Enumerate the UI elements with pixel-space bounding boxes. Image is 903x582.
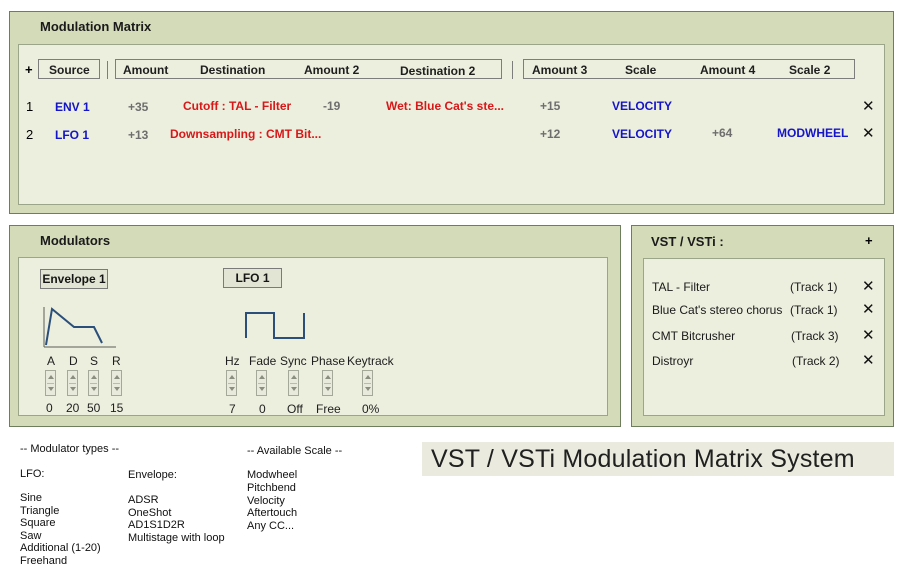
- envelope-select-button[interactable]: Envelope 1: [40, 269, 108, 289]
- envelope-sustain-stepper[interactable]: [88, 370, 99, 396]
- lfo-select-button[interactable]: LFO 1: [223, 268, 282, 288]
- vst-plugin-track: (Track 1): [790, 303, 838, 317]
- lfo-keytrack-stepper[interactable]: [362, 370, 373, 396]
- envelope-attack-label: A: [47, 354, 56, 368]
- lfo-sync-value: Off: [287, 402, 303, 416]
- add-modulation-button[interactable]: +: [25, 62, 33, 77]
- lfo-sync-stepper[interactable]: [288, 370, 299, 396]
- envelope-release-label: R: [112, 354, 121, 368]
- envelope-type-item: AD1S1D2R: [128, 519, 185, 531]
- modulator-types-heading: -- Modulator types --: [20, 443, 120, 455]
- envelope-attack-value: 0: [46, 401, 53, 415]
- row-amount2[interactable]: -19: [323, 99, 340, 113]
- lfo-hz-label: Hz: [225, 354, 240, 368]
- row-amount[interactable]: +13: [128, 128, 148, 142]
- lfo-keytrack-label: Keytrack: [347, 354, 394, 368]
- scale-item: Any CC...: [247, 520, 295, 532]
- destination2-header[interactable]: Destination 2: [400, 64, 475, 78]
- header-separator: [512, 61, 513, 79]
- source-header[interactable]: Source: [49, 63, 90, 77]
- row-destination[interactable]: Cutoff : TAL - Filter: [183, 99, 291, 113]
- modulation-matrix-title: Modulation Matrix: [40, 19, 152, 34]
- scale-header[interactable]: Scale: [625, 63, 656, 77]
- row-index: 2: [26, 127, 34, 142]
- vst-plugin-name[interactable]: Blue Cat's stereo chorus: [652, 303, 782, 317]
- lfo-types-heading: LFO:: [20, 468, 45, 480]
- vst-plugin-name[interactable]: CMT Bitcrusher: [652, 329, 735, 343]
- row-index: 1: [26, 99, 34, 114]
- envelope-decay-value: 20: [66, 401, 80, 415]
- row-scale[interactable]: VELOCITY: [612, 127, 672, 141]
- lfo-fade-label: Fade: [249, 354, 277, 368]
- amount4-header[interactable]: Amount 4: [700, 63, 755, 77]
- lfo-hz-value: 7: [229, 402, 236, 416]
- remove-vst-close-icon[interactable]: ✕: [862, 328, 875, 343]
- envelope-decay-label: D: [69, 354, 78, 368]
- lfo-type-item: Sine: [20, 492, 43, 504]
- envelope-release-value: 15: [110, 401, 124, 415]
- envelope-shape-graph: [43, 307, 116, 348]
- scale2-header[interactable]: Scale 2: [789, 63, 830, 77]
- lfo-type-item: Saw: [20, 530, 42, 542]
- envelope-type-item: Multistage with loop: [128, 532, 225, 544]
- envelope-types-heading: Envelope:: [128, 469, 177, 481]
- lfo-hz-stepper[interactable]: [226, 370, 237, 396]
- vst-plugin-name[interactable]: Distroyr: [652, 354, 693, 368]
- lfo-fade-value: 0: [259, 402, 266, 416]
- row-scale2[interactable]: MODWHEEL: [777, 126, 848, 140]
- lfo-type-item: Square: [20, 517, 56, 529]
- vst-plugin-track: (Track 2): [792, 354, 840, 368]
- remove-vst-close-icon[interactable]: ✕: [862, 353, 875, 368]
- lfo-type-item: Freehand: [20, 555, 68, 567]
- lfo-square-wave-graph: [245, 312, 305, 339]
- add-vst-button[interactable]: +: [865, 233, 873, 248]
- remove-vst-close-icon[interactable]: ✕: [862, 302, 875, 317]
- envelope-type-item: ADSR: [128, 494, 159, 506]
- scale-item: Modwheel: [247, 469, 298, 481]
- remove-vst-close-icon[interactable]: ✕: [862, 279, 875, 294]
- lfo-phase-stepper[interactable]: [322, 370, 333, 396]
- available-scale-heading: -- Available Scale --: [247, 445, 343, 457]
- scale-item: Pitchbend: [247, 482, 296, 494]
- vst-plugin-track: (Track 3): [791, 329, 839, 343]
- row-scale[interactable]: VELOCITY: [612, 99, 672, 113]
- header-separator: [107, 61, 108, 79]
- row-source[interactable]: LFO 1: [55, 128, 89, 142]
- row-amount3[interactable]: +15: [540, 99, 560, 113]
- envelope-decay-stepper[interactable]: [67, 370, 78, 396]
- envelope-sustain-label: S: [90, 354, 99, 368]
- remove-row-close-icon[interactable]: ✕: [862, 126, 875, 141]
- destination-header[interactable]: Destination: [200, 63, 265, 77]
- envelope-attack-stepper[interactable]: [45, 370, 56, 396]
- row-amount3[interactable]: +12: [540, 127, 560, 141]
- envelope-type-item: OneShot: [128, 507, 172, 519]
- lfo-type-item: Additional (1-20): [20, 542, 101, 554]
- amount-header[interactable]: Amount: [123, 63, 168, 77]
- row-amount[interactable]: +35: [128, 100, 148, 114]
- row-amount4[interactable]: +64: [712, 126, 732, 140]
- remove-row-close-icon[interactable]: ✕: [862, 99, 875, 114]
- vst-panel-title: VST / VSTi :: [651, 234, 724, 249]
- vst-plugin-track: (Track 1): [790, 280, 838, 294]
- lfo-phase-value: Free: [316, 402, 341, 416]
- vst-plugin-name[interactable]: TAL - Filter: [652, 280, 710, 294]
- envelope-sustain-value: 50: [87, 401, 101, 415]
- lfo-phase-label: Phase: [311, 354, 346, 368]
- lfo-keytrack-value: 0%: [362, 402, 380, 416]
- lfo-fade-stepper[interactable]: [256, 370, 267, 396]
- row-destination2[interactable]: Wet: Blue Cat's ste...: [386, 99, 504, 113]
- scale-item: Aftertouch: [247, 507, 298, 519]
- lfo-type-item: Triangle: [20, 505, 60, 517]
- row-destination[interactable]: Downsampling : CMT Bit...: [170, 127, 321, 141]
- amount3-header[interactable]: Amount 3: [532, 63, 587, 77]
- lfo-sync-label: Sync: [280, 354, 307, 368]
- envelope-release-stepper[interactable]: [111, 370, 122, 396]
- modulators-title: Modulators: [40, 233, 111, 248]
- scale-item: Velocity: [247, 495, 285, 507]
- system-title-text: VST / VSTi Modulation Matrix System: [431, 445, 855, 473]
- row-source[interactable]: ENV 1: [55, 100, 90, 114]
- amount2-header[interactable]: Amount 2: [304, 63, 359, 77]
